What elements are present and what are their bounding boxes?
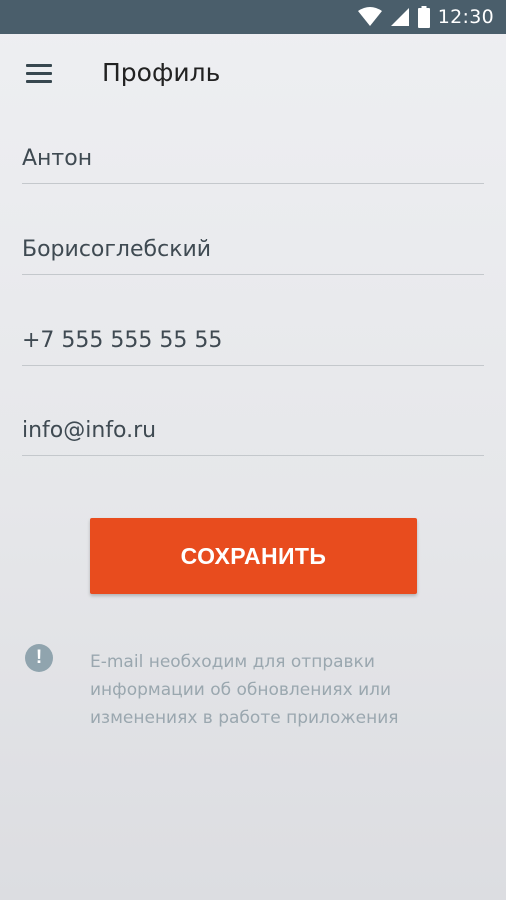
last-name-field[interactable] [22, 229, 484, 275]
status-bar: 12:30 [0, 0, 506, 34]
phone-field[interactable] [22, 320, 484, 366]
save-button[interactable]: СОХРАНИТЬ [90, 518, 417, 594]
status-icons: 12:30 [357, 0, 494, 34]
status-time: 12:30 [437, 6, 494, 28]
app-bar: Профиль [0, 34, 506, 114]
email-field[interactable] [22, 410, 484, 456]
page-title: Профиль [102, 58, 221, 87]
wifi-icon [357, 7, 382, 26]
signal-icon [390, 8, 409, 26]
email-info-note: E-mail необходим для отправки информации… [90, 652, 399, 728]
first-name-field[interactable] [22, 138, 484, 184]
battery-icon [417, 6, 430, 28]
info-exclamation-icon: ! [25, 644, 53, 672]
menu-button[interactable] [20, 56, 60, 92]
